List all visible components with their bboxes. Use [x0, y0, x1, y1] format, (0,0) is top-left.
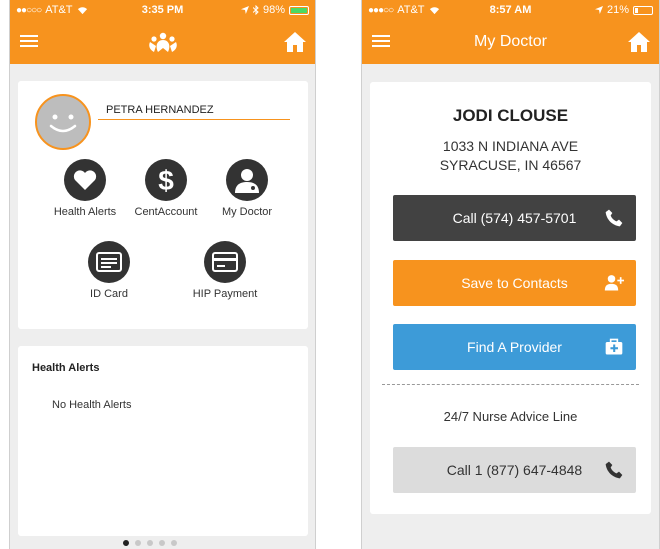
- home-screen: ●●○○○ AT&T 3:35 PM 98% PETRA HERNANDEZ H…: [9, 0, 316, 549]
- dollar-icon: $: [158, 165, 174, 195]
- my-doctor-screen: ●●●○○ AT&T 8:57 AM 21% My Doctor JODI CL…: [361, 0, 660, 549]
- avatar[interactable]: [35, 94, 91, 150]
- save-to-contacts-button[interactable]: Save to Contacts: [393, 260, 636, 306]
- page-dot[interactable]: [135, 540, 141, 546]
- nav-bar: [10, 20, 315, 64]
- tile-label: My Doctor: [221, 206, 273, 218]
- divider: [382, 384, 639, 385]
- carrier-name: AT&T: [397, 4, 425, 16]
- signal-carrier: ●●●○○ AT&T: [368, 4, 440, 16]
- signal-strength-icon: ●●●○○: [368, 4, 394, 16]
- hamburger-menu-icon[interactable]: [20, 32, 38, 50]
- tile-label: ID Card: [90, 288, 128, 300]
- location-arrow-icon: [594, 6, 603, 14]
- doctor-address-line1: 1033 N INDIANA AVE: [442, 138, 579, 154]
- doctor-address-line2: SYRACUSE, IN 46567: [439, 157, 582, 173]
- medical-kit-icon: [605, 338, 623, 355]
- signal-strength-icon: ●●○○○: [16, 4, 42, 16]
- page-dot[interactable]: [159, 540, 165, 546]
- find-provider-label: Find A Provider: [467, 339, 562, 355]
- home-icon[interactable]: [283, 30, 307, 54]
- phone-icon: [605, 209, 623, 227]
- page-dot[interactable]: [123, 540, 129, 546]
- call-nurse-button[interactable]: Call 1 (877) 647-4848: [393, 447, 636, 493]
- page-dot[interactable]: [147, 540, 153, 546]
- member-name: PETRA HERNANDEZ: [106, 104, 214, 116]
- tile-health-alerts[interactable]: Health Alerts: [40, 159, 130, 218]
- smiley-face-icon: [49, 114, 77, 133]
- location-arrow-icon: [240, 6, 249, 14]
- tile-hip-payment[interactable]: HIP Payment: [180, 241, 270, 300]
- profile-card: PETRA HERNANDEZ Health Alerts $ CentAcco…: [18, 81, 308, 329]
- bluetooth-icon: [252, 5, 259, 15]
- no-alerts-text: No Health Alerts: [52, 399, 132, 411]
- doctor-icon: [235, 169, 259, 193]
- find-provider-button[interactable]: Find A Provider: [393, 324, 636, 370]
- call-nurse-label: Call 1 (877) 647-4848: [446, 462, 583, 478]
- page-title: My Doctor: [474, 33, 547, 50]
- tile-label: Health Alerts: [53, 206, 117, 218]
- phone-icon: [605, 461, 623, 479]
- status-bar: ●●●○○ AT&T 8:57 AM 21%: [362, 0, 659, 20]
- call-doctor-button[interactable]: Call (574) 457-5701: [393, 195, 636, 241]
- nurse-line-label: 24/7 Nurse Advice Line: [443, 409, 578, 424]
- health-alerts-card: Health Alerts No Health Alerts: [18, 346, 308, 536]
- home-icon[interactable]: [627, 30, 651, 54]
- health-alerts-heading: Health Alerts: [32, 362, 100, 374]
- page-dot[interactable]: [171, 540, 177, 546]
- tile-label: HIP Payment: [192, 288, 258, 300]
- svg-text:$: $: [158, 165, 174, 195]
- heart-icon: [73, 170, 97, 190]
- doctor-card: JODI CLOUSE 1033 N INDIANA AVE SYRACUSE,…: [370, 82, 651, 514]
- battery-percent: 98%: [262, 4, 285, 16]
- nav-bar: My Doctor: [362, 20, 659, 64]
- carrier-name: AT&T: [45, 4, 73, 16]
- add-contact-icon: [604, 275, 624, 291]
- name-underline: [98, 119, 290, 120]
- hamburger-menu-icon[interactable]: [372, 32, 390, 50]
- wifi-icon: [77, 6, 87, 14]
- status-bar: ●●○○○ AT&T 3:35 PM 98%: [10, 0, 315, 20]
- brand-logo-icon: [148, 32, 177, 52]
- tile-id-card[interactable]: ID Card: [64, 241, 154, 300]
- doctor-name: JODI CLOUSE: [452, 106, 569, 125]
- signal-carrier: ●●○○○ AT&T: [16, 4, 88, 16]
- tile-label: CentAccount: [134, 206, 198, 218]
- battery-icon: [633, 5, 653, 15]
- wifi-icon: [429, 6, 439, 14]
- call-doctor-label: Call (574) 457-5701: [452, 210, 577, 226]
- save-contacts-label: Save to Contacts: [461, 275, 568, 291]
- battery-icon: [289, 5, 309, 15]
- tile-centaccount[interactable]: $ CentAccount: [121, 159, 211, 218]
- id-card-icon: [96, 252, 122, 272]
- battery-percent: 21%: [606, 4, 629, 16]
- page-indicator[interactable]: [123, 540, 177, 546]
- credit-card-icon: [212, 252, 238, 272]
- tile-my-doctor[interactable]: My Doctor: [202, 159, 292, 218]
